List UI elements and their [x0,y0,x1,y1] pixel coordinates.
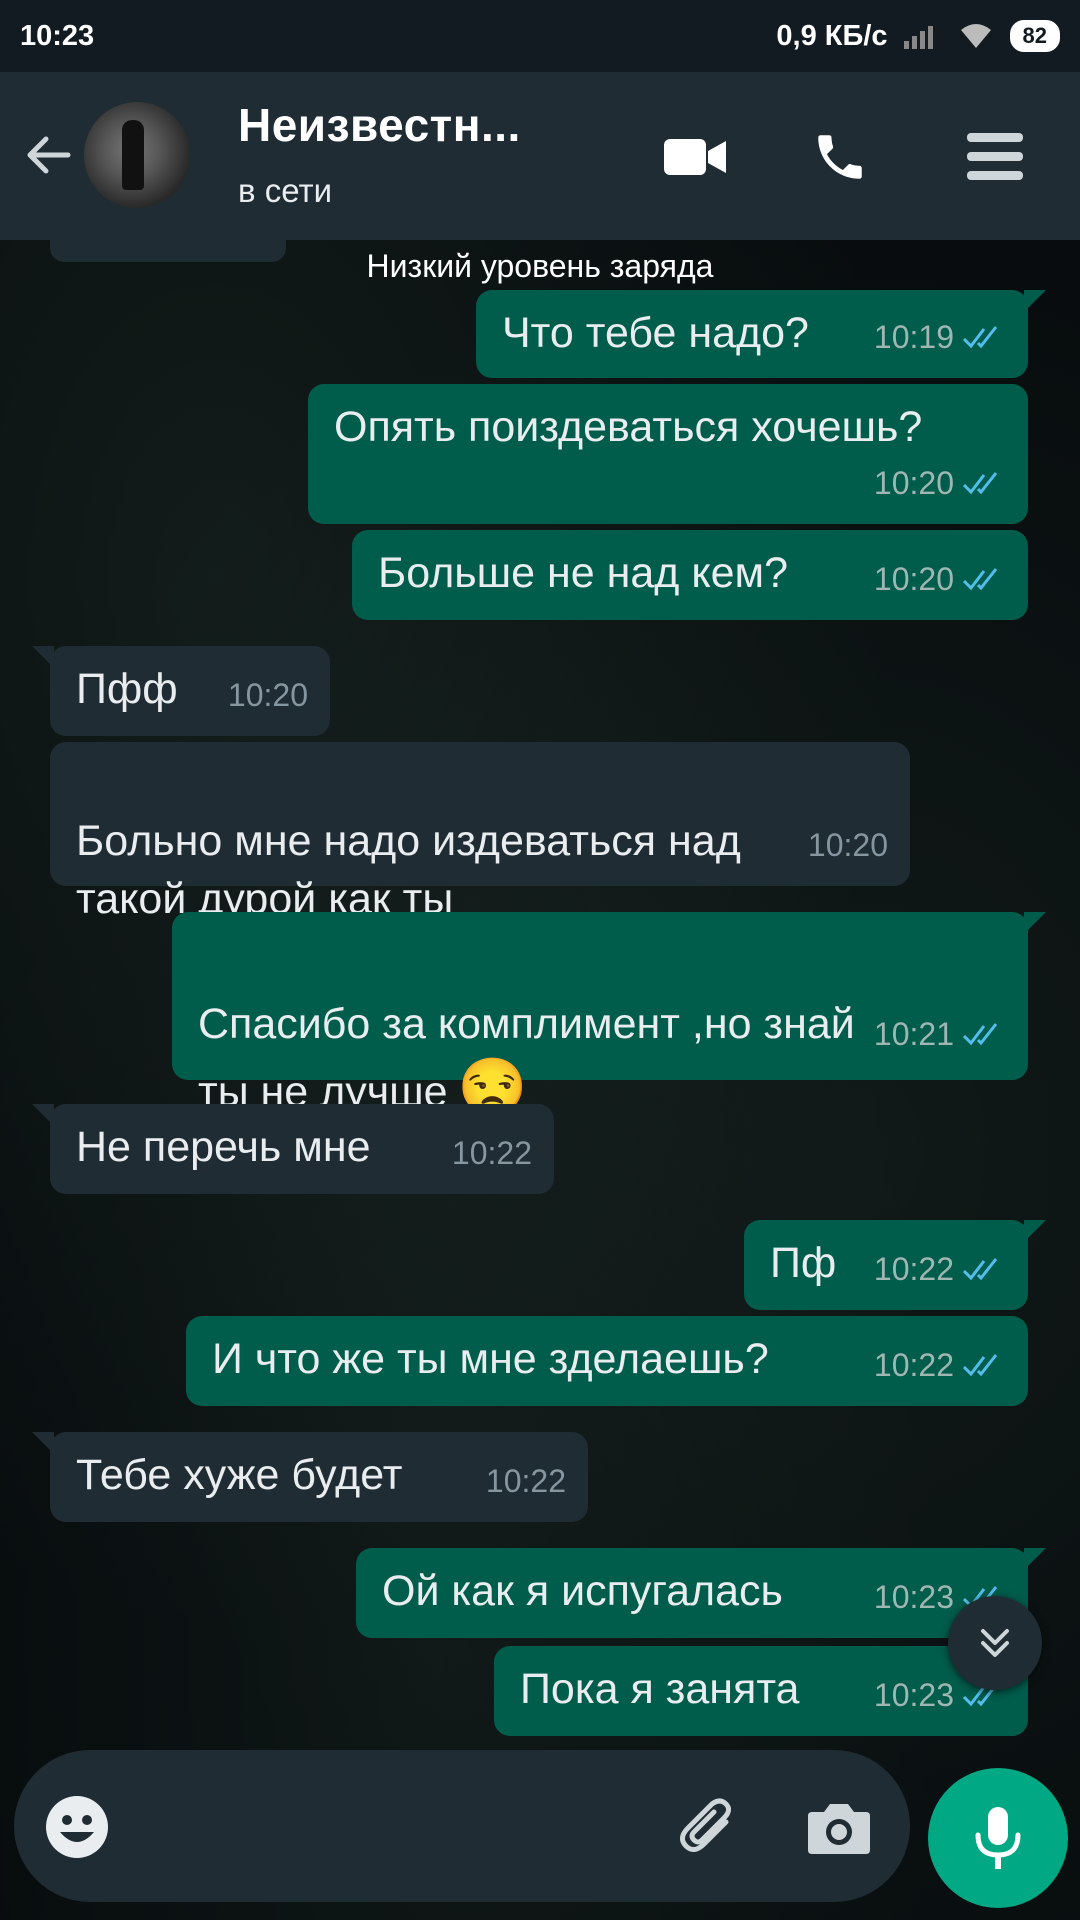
video-call-button[interactable] [660,122,730,192]
camera-icon[interactable] [804,1792,874,1862]
back-arrow-icon[interactable] [20,127,76,183]
message-meta: 10:19 [874,308,1006,366]
battery-indicator: 82 [1009,20,1060,52]
message-time: 10:20 [807,827,888,863]
system-note: Низкий уровень заряда [366,248,714,284]
message-text: Ой как я испугалась [382,1567,783,1615]
message-time: 10:23 [873,1677,954,1713]
double-check-icon [962,1354,998,1377]
message-outgoing[interactable]: Ой как я испугалась 10:23 [356,1548,1046,1638]
message-time: 10:19 [873,319,954,355]
message-meta: 10:20 [874,454,1006,512]
contact-avatar[interactable] [84,102,190,208]
message-text: Больше не над кем? [378,549,789,597]
message-meta: 10:20 [228,666,308,724]
message-outgoing[interactable]: И что же ты мне зделаешь? 10:22 [186,1316,1028,1406]
message-text: Не перечь мне [76,1123,371,1171]
chat-header: Неизвестн... в сети [0,72,1080,240]
emoji-icon[interactable] [44,1794,110,1860]
message-text: Пф [770,1239,837,1287]
video-call-icon [664,139,726,175]
status-bar: 10:23 0,9 КБ/с 82 [0,0,1080,72]
network-speed: 0,9 КБ/с [776,19,888,52]
double-check-icon [962,1258,998,1281]
message-time: 10:22 [873,1251,954,1287]
message-text: Что тебе надо? [502,309,809,357]
message-time: 10:22 [451,1135,532,1171]
message-incoming[interactable]: Тебе хуже будет 10:22 [32,1432,588,1522]
message-outgoing[interactable]: Что тебе надо? 10:19 [476,290,1046,378]
double-check-icon [962,568,998,591]
double-check-icon [962,472,998,495]
message-time: 10:20 [873,465,954,501]
double-check-icon [962,1023,998,1046]
message-time: 10:22 [485,1463,566,1499]
voice-message-button[interactable] [928,1768,1068,1908]
message-text: Тебе хуже будет [76,1451,403,1499]
message-incoming[interactable]: Не перечь мне 10:22 [32,1104,554,1194]
message-time: 10:22 [873,1347,954,1383]
message-incoming[interactable]: Больно мне надо издеваться над такой дур… [50,742,910,923]
wifi-icon [960,24,991,48]
message-outgoing[interactable]: Больше не над кем? 10:20 [352,530,1028,620]
mic-icon [975,1807,1021,1869]
message-outgoing[interactable]: Пф 10:22 [744,1220,1046,1310]
message-meta: 10:20 [874,550,1006,608]
message-outgoing[interactable]: Спасибо за комплимент ,но знай ты не луч… [172,912,1046,1116]
message-meta: 10:21 [874,1000,1006,1068]
message-outgoing[interactable]: Опять поиздеваться хочешь? 10:20 [308,384,1028,524]
double-check-icon [962,326,998,349]
message-meta: 10:22 [874,1336,1006,1394]
avatar-figure [122,120,144,190]
attach-icon[interactable] [674,1792,744,1862]
message-incoming[interactable]: Пфф 10:20 [32,646,330,736]
message-time: 10:21 [873,1016,954,1052]
status-indicators: 0,9 КБ/с 82 [776,20,1060,53]
menu-icon [967,133,1023,180]
phone-icon [818,135,862,179]
message-input-bar[interactable] [14,1750,910,1902]
menu-button[interactable] [960,122,1030,192]
scroll-to-bottom-button[interactable] [948,1596,1042,1690]
message-text: Пфф [76,665,178,713]
message-text: Пока я занята [520,1665,800,1713]
message-text: И что же ты мне зделаешь? [212,1335,769,1383]
message-meta: 10:22 [874,1240,1006,1298]
message-meta: 10:22 [486,1452,566,1510]
message-outgoing[interactable]: Пока я занята 10:23 [494,1646,1028,1736]
status-time: 10:23 [20,19,95,52]
contact-status: в сети [238,172,333,209]
voice-call-button[interactable] [805,122,875,192]
chevron-double-down-icon [981,1629,1009,1657]
message-time: 10:23 [873,1579,954,1615]
message-time: 10:20 [873,561,954,597]
signal-icon [903,26,933,49]
message-time: 10:20 [227,677,308,713]
message-meta: 10:22 [452,1124,532,1182]
message-meta: 10:20 [808,816,888,874]
contact-name[interactable]: Неизвестн... [238,98,521,152]
message-text: Опять поиздеваться хочешь? [334,403,923,451]
